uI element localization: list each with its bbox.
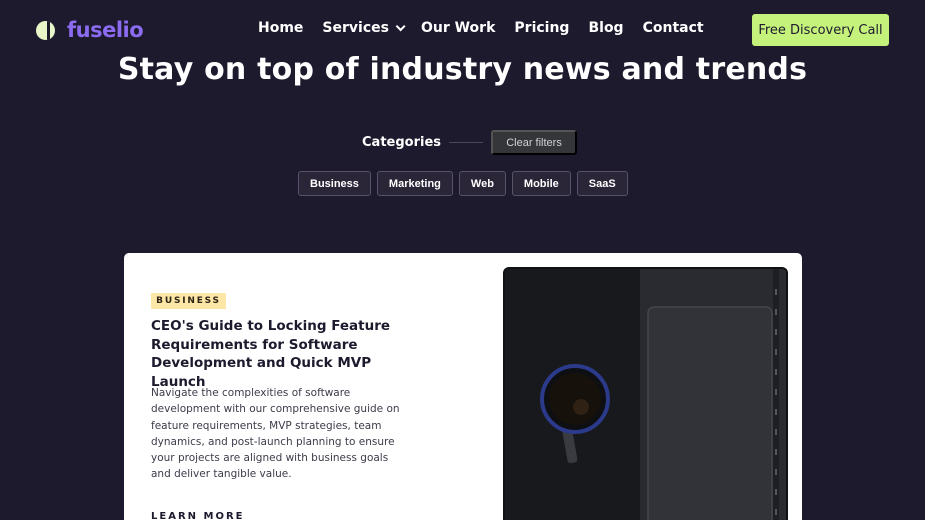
category-pill-marketing[interactable]: Marketing [376,171,453,196]
nav-our-work[interactable]: Our Work [421,20,495,36]
category-pill-mobile[interactable]: Mobile [511,171,571,196]
nav-pricing[interactable]: Pricing [514,20,569,36]
nav-home-label: Home [258,20,304,36]
nav-services[interactable]: Services [322,20,406,36]
post-description: Navigate the complexities of software de… [151,387,400,481]
chevron-down-icon [395,20,406,31]
nav-contact[interactable]: Contact [643,20,704,36]
nav-pricing-label: Pricing [514,20,570,36]
category-badge: BUSINESS [151,293,226,309]
main-nav: Home Services Our Work Pricing Blog Cont… [258,20,723,36]
site-header: fuselio Home Services Our Work Pricing B… [0,0,925,60]
nav-contact-label: Contact [642,20,704,36]
nav-services-label: Services [322,20,389,36]
post-title[interactable]: CEO's Guide to Locking Feature Requireme… [151,317,411,391]
category-pill-web[interactable]: Web [458,171,506,196]
free-discovery-call-button[interactable]: Free Discovery Call [752,14,889,46]
learn-more-link[interactable]: LEARN MORE [151,511,244,520]
category-filter-bar: Categories Clear filters [362,130,578,155]
logo[interactable]: fuselio [36,18,144,42]
nav-our-work-label: Our Work [420,20,496,36]
laptop-coffee-photo [505,269,786,520]
nav-home[interactable]: Home [258,20,303,36]
logo-mark-icon [36,20,55,40]
logo-text: fuselio [67,18,144,42]
nav-blog-label: Blog [588,20,624,36]
page-title: Stay on top of industry news and trends [117,52,808,87]
nav-blog[interactable]: Blog [588,20,623,36]
category-pills: Business Marketing Web Mobile SaaS [298,171,634,196]
category-pill-business[interactable]: Business [298,171,371,196]
clear-filters-button[interactable]: Clear filters [491,130,578,155]
divider [449,142,484,143]
categories-label: Categories [362,135,442,150]
featured-post-card[interactable]: BUSINESS CEO's Guide to Locking Feature … [124,253,802,520]
post-image[interactable] [503,267,788,520]
category-pill-saas[interactable]: SaaS [576,171,628,196]
